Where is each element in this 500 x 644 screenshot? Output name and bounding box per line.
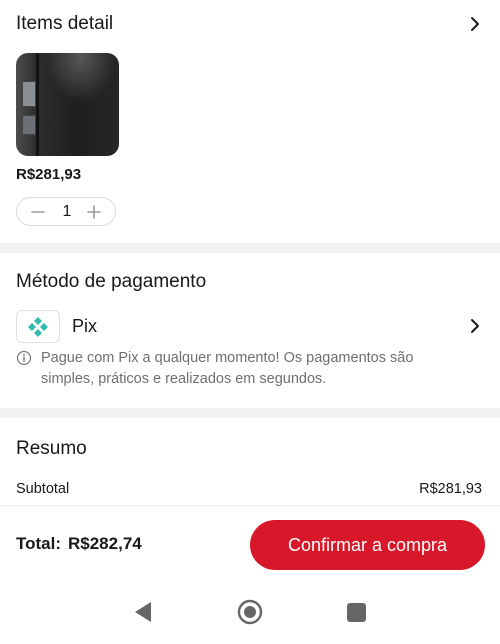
total-value: R$282,74 — [68, 534, 142, 553]
plus-icon[interactable] — [85, 203, 103, 221]
confirm-purchase-button[interactable]: Confirmar a compra — [250, 520, 485, 570]
summary-section: Resumo Subtotal R$281,93 — [0, 418, 500, 505]
subtotal-label: Subtotal — [16, 481, 70, 497]
quantity-value: 1 — [62, 203, 72, 220]
product-price: R$281,93 — [16, 166, 82, 183]
summary-title: Resumo — [16, 438, 87, 459]
items-detail-chevron-icon[interactable] — [470, 16, 480, 32]
total-label: Total: — [16, 534, 62, 553]
info-icon — [16, 350, 32, 366]
product-thumbnail[interactable] — [16, 53, 119, 156]
section-divider — [0, 243, 500, 253]
items-detail-section: Items detail R$281,93 1 — [0, 0, 500, 243]
quantity-stepper[interactable]: 1 — [16, 197, 116, 226]
items-detail-title: Items detail — [16, 13, 114, 34]
pix-info-text: Pague com Pix a qualquer momento! Os pag… — [41, 350, 414, 387]
payment-method-label[interactable]: Pix — [72, 316, 97, 337]
section-divider — [0, 408, 500, 418]
back-icon[interactable] — [133, 600, 153, 624]
home-icon[interactable] — [237, 599, 263, 625]
pix-logo-icon — [16, 310, 60, 343]
payment-method-title: Método de pagamento — [16, 271, 207, 292]
payment-method-chevron-icon[interactable] — [470, 318, 480, 334]
subtotal-value: R$281,93 — [419, 481, 482, 497]
recent-apps-icon[interactable] — [347, 603, 366, 622]
minus-icon[interactable] — [29, 203, 47, 221]
